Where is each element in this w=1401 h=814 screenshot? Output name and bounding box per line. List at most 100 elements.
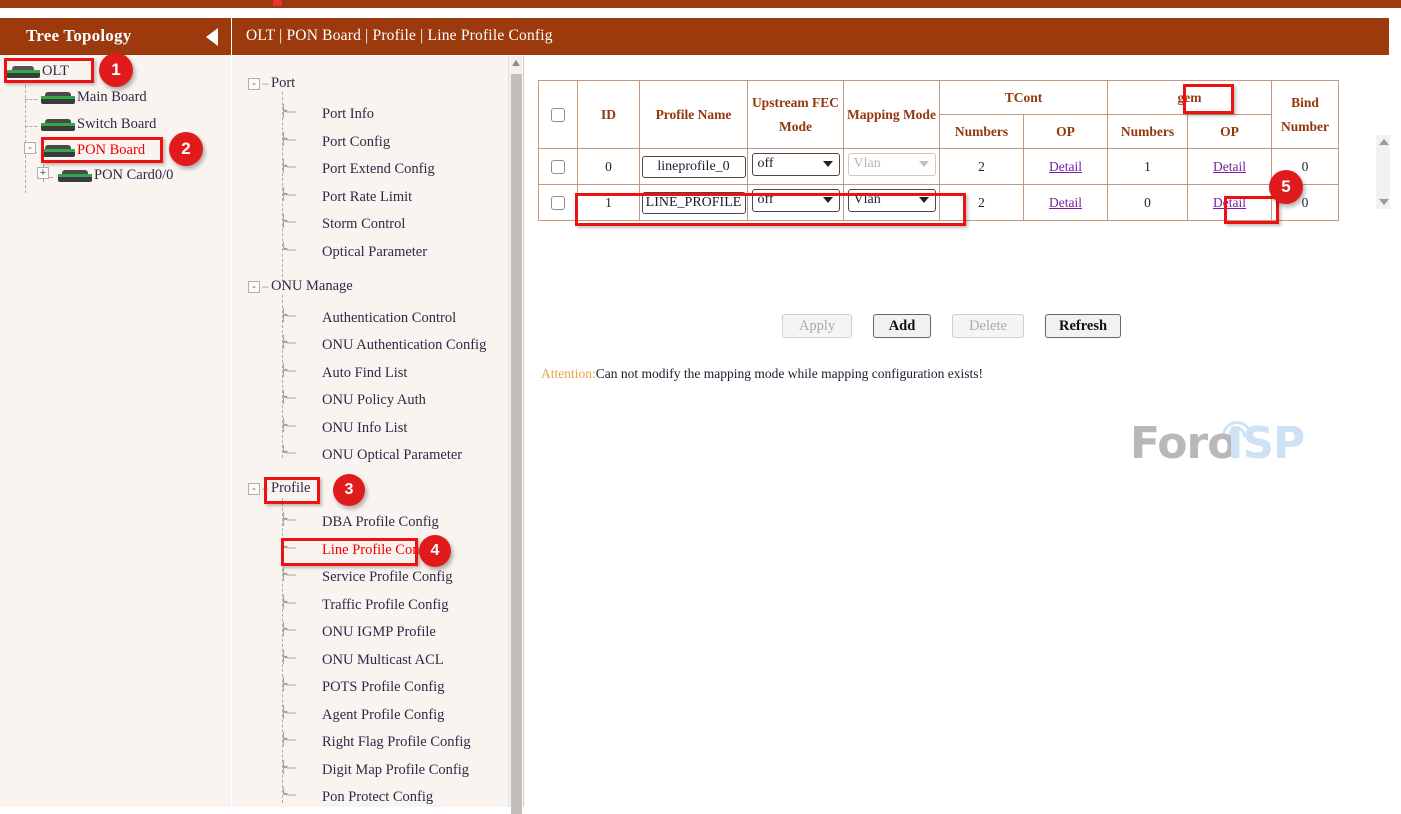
nav-expander-profile[interactable]: - <box>248 483 260 495</box>
scroll-up-arrow-icon[interactable] <box>512 60 520 66</box>
nav-leaf-tick: ┝--- <box>280 159 295 173</box>
tree-node-olt[interactable]: OLT <box>6 63 69 80</box>
tree-node-label: Main Board <box>77 89 147 105</box>
gem-detail-link[interactable]: Detail <box>1213 195 1246 210</box>
mapping-mode-value: Vlan <box>854 192 881 208</box>
cell-bind-number: 0 <box>1272 185 1339 221</box>
nav-item-onu-authentication-config[interactable]: ONU Authentication Config <box>322 337 486 354</box>
collapse-left-arrow-icon[interactable] <box>206 28 218 46</box>
nav-leaf-tick: ┝--- <box>280 132 295 146</box>
upstream-fec-mode-select[interactable]: off <box>752 189 840 212</box>
nav-item-port-config[interactable]: Port Config <box>322 134 390 151</box>
nav-item-traffic-profile-config[interactable]: Traffic Profile Config <box>322 597 448 614</box>
nav-item-label: Optical Parameter <box>322 244 427 260</box>
tcont-detail-link[interactable]: Detail <box>1049 195 1082 210</box>
main-header-bar: OLT | PON Board | Profile | Line Profile… <box>232 18 1389 55</box>
gem-detail-link[interactable]: Detail <box>1213 159 1246 174</box>
nav-item-right-flag-profile-config[interactable]: Right Flag Profile Config <box>322 734 471 751</box>
nav-item-label: ONU Authentication Config <box>322 337 486 353</box>
tree-node-main-board[interactable]: Main Board <box>41 89 147 106</box>
nav-item-onu-igmp-profile[interactable]: ONU IGMP Profile <box>322 624 436 641</box>
scroll-up-arrow-icon[interactable] <box>1379 139 1389 145</box>
row-select-cell <box>539 185 578 221</box>
nav-item-label: Port Rate Limit <box>322 189 412 205</box>
nav-group-port[interactable]: Port <box>271 75 295 92</box>
table-body-scrollbar[interactable] <box>1376 135 1390 209</box>
tree-node-pon-card[interactable]: PON Card0/0 <box>58 167 173 184</box>
nav-item-authentication-control[interactable]: Authentication Control <box>322 310 456 327</box>
nav-group-profile[interactable]: Profile <box>271 480 310 497</box>
cell-id: 1 <box>578 185 640 221</box>
nav-panel-scrollbar[interactable] <box>508 56 522 807</box>
scroll-down-arrow-icon[interactable] <box>1379 199 1389 205</box>
cell-gem-op: Detail <box>1188 149 1272 185</box>
select-all-checkbox[interactable] <box>551 108 565 122</box>
nav-item-onu-multicast-acl[interactable]: ONU Multicast ACL <box>322 652 444 669</box>
nav-item-port-info[interactable]: Port Info <box>322 106 374 123</box>
nav-item-port-rate-limit[interactable]: Port Rate Limit <box>322 189 412 206</box>
nav-item-pots-profile-config[interactable]: POTS Profile Config <box>322 679 444 696</box>
watermark-logo: Foro ISP <box>1130 418 1330 474</box>
header-bind-line1: Bind <box>1272 95 1338 111</box>
nav-leaf-tick: ┝--- <box>280 732 295 746</box>
nav-item-onu-policy-auth[interactable]: ONU Policy Auth <box>322 392 426 409</box>
nav-item-service-profile-config[interactable]: Service Profile Config <box>322 569 452 586</box>
nav-item-onu-optical-parameter[interactable]: ONU Optical Parameter <box>322 447 462 464</box>
mapping-mode-select[interactable]: Vlan <box>848 189 936 212</box>
cell-mapping-mode: Vlan <box>844 185 940 221</box>
nav-item-storm-control[interactable]: Storm Control <box>322 216 405 233</box>
tree-node-switch-board[interactable]: Switch Board <box>41 116 156 133</box>
nav-scrollbar-thumb[interactable] <box>511 74 522 814</box>
tcont-detail-link[interactable]: Detail <box>1049 159 1082 174</box>
top-accent-bar <box>0 0 1401 8</box>
attention-message: Attention:Can not modify the mapping mod… <box>541 366 983 382</box>
top-bar-marker <box>273 0 282 6</box>
tree-expander-pon-card[interactable]: + <box>37 167 49 179</box>
nav-leaf-tick: ┝--- <box>280 677 295 691</box>
nav-item-label: Right Flag Profile Config <box>322 734 471 750</box>
chevron-down-icon <box>823 197 833 203</box>
mapping-mode-select: Vlan <box>848 153 936 176</box>
tree-topology-body: OLT Main Board Switch Board - PON Board … <box>0 55 231 807</box>
nav-leaf-tick: ┝--- <box>280 104 295 118</box>
tree-node-label: PON Board <box>77 142 145 158</box>
board-device-icon <box>41 119 75 131</box>
nav-item-line-profile-config[interactable]: Line Profile Config <box>322 542 436 559</box>
tree-node-pon-board[interactable]: PON Board <box>41 142 145 159</box>
header-gem-op: OP <box>1188 115 1272 149</box>
nav-group-tick: – <box>262 279 268 293</box>
line-profile-table-wrapper: ID Profile Name Upstream FEC Mode Mappin… <box>538 80 1376 221</box>
cell-id: 0 <box>578 149 640 185</box>
nav-group-label: Port <box>271 75 295 91</box>
table-row[interactable]: 0 off Vlan <box>539 149 1339 185</box>
upstream-fec-mode-select[interactable]: off <box>752 153 840 176</box>
table-row[interactable]: 1 off Vlan <box>539 185 1339 221</box>
board-device-icon <box>41 92 75 104</box>
nav-item-onu-info-list[interactable]: ONU Info List <box>322 420 407 437</box>
nav-item-port-extend-config[interactable]: Port Extend Config <box>322 161 435 178</box>
add-button[interactable]: Add <box>873 314 931 338</box>
nav-item-optical-parameter[interactable]: Optical Parameter <box>322 244 427 261</box>
profile-name-input[interactable] <box>642 156 746 178</box>
nav-item-auto-find-list[interactable]: Auto Find List <box>322 365 407 382</box>
tree-expander-pon-board[interactable]: - <box>24 142 36 154</box>
nav-item-label: Service Profile Config <box>322 569 452 585</box>
select-all-header <box>539 81 578 149</box>
nav-item-dba-profile-config[interactable]: DBA Profile Config <box>322 514 439 531</box>
nav-expander-port[interactable]: - <box>248 78 260 90</box>
nav-expander-onu-manage[interactable]: - <box>248 281 260 293</box>
nav-item-pon-protect-config[interactable]: Pon Protect Config <box>322 789 433 806</box>
nav-item-label: Pon Protect Config <box>322 789 433 805</box>
nav-leaf-tick: ┝--- <box>280 567 295 581</box>
nav-leaf-tick: ┕--- <box>280 445 295 459</box>
nav-item-digit-map-profile-config[interactable]: Digit Map Profile Config <box>322 762 469 779</box>
row-checkbox[interactable] <box>551 160 565 174</box>
refresh-button[interactable]: Refresh <box>1045 314 1121 338</box>
profile-name-input[interactable] <box>642 192 746 214</box>
nav-group-onu-manage[interactable]: ONU Manage <box>271 278 353 295</box>
row-checkbox[interactable] <box>551 196 565 210</box>
nav-leaf-tick: ┝--- <box>280 760 295 774</box>
tree-node-label: Switch Board <box>77 116 156 132</box>
nav-item-label: POTS Profile Config <box>322 679 444 695</box>
nav-item-agent-profile-config[interactable]: Agent Profile Config <box>322 707 444 724</box>
